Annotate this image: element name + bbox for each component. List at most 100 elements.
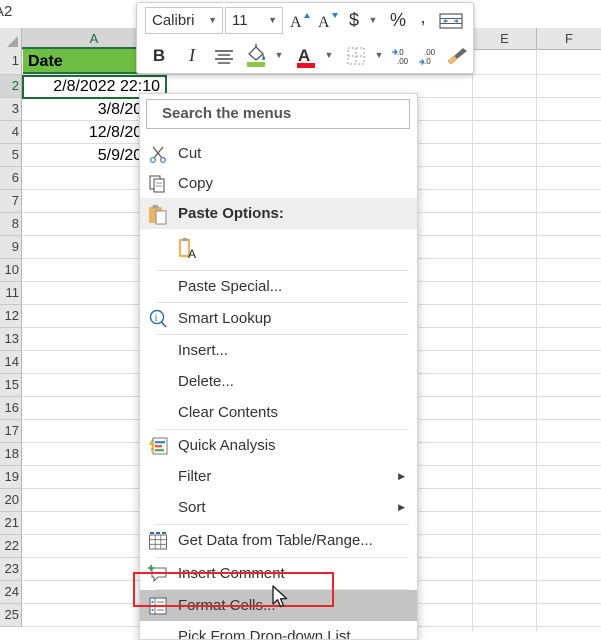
svg-text:A: A: [188, 247, 196, 261]
menu-item-label: Get Data from Table/Range...: [178, 532, 373, 549]
menu-item-label: Clear Contents: [178, 404, 279, 421]
submenu-arrow-icon: ▶: [398, 502, 405, 512]
bold-icon[interactable]: B: [145, 38, 173, 73]
row-header-10[interactable]: 10: [0, 259, 22, 282]
font-name-combo[interactable]: Calibri ▼: [145, 7, 223, 34]
font-color-chevron-down-icon[interactable]: ▼: [321, 38, 337, 73]
svg-text:i: i: [155, 313, 158, 324]
row-header-13[interactable]: 13: [0, 328, 22, 351]
quick-analysis-icon: [148, 436, 168, 456]
font-color-icon[interactable]: A: [291, 38, 321, 73]
row-header-17[interactable]: 17: [0, 420, 22, 443]
accounting-chevron-down-icon[interactable]: ▼: [365, 3, 381, 38]
menu-header-paste-options: Paste Options:: [140, 198, 417, 229]
row-header-25[interactable]: 25: [0, 604, 22, 627]
row-header-15[interactable]: 15: [0, 374, 22, 397]
row-header-1[interactable]: 1: [0, 49, 22, 75]
comma-style-icon[interactable]: ,: [413, 3, 433, 38]
row-header-12[interactable]: 12: [0, 305, 22, 328]
column-header-f[interactable]: F: [537, 28, 601, 49]
menu-item-paste-special[interactable]: Paste Special...: [140, 271, 417, 302]
menu-item-label: Copy: [178, 175, 214, 192]
menu-item-filter[interactable]: Filter ▶: [140, 461, 417, 492]
svg-text:.0: .0: [424, 57, 431, 66]
menu-item-get-data-from-table-range[interactable]: Get Data from Table/Range...: [140, 525, 417, 556]
smart-lookup-icon: i: [148, 309, 168, 329]
borders-chevron-down-icon[interactable]: ▼: [371, 38, 387, 73]
cell-context-menu[interactable]: Search the menus Cut Copy Paste Options:…: [139, 93, 418, 640]
row-header-14[interactable]: 14: [0, 351, 22, 374]
paste-values-icon[interactable]: A: [178, 237, 202, 261]
format-painter-icon[interactable]: [443, 38, 471, 73]
increase-decimal-icon[interactable]: .00 .0: [417, 38, 445, 73]
fill-color-chevron-down-icon[interactable]: ▼: [271, 38, 287, 73]
mini-toolbar-row-2: B I ▼ A ▼ ▼ .0 .00 .00 .0: [137, 38, 473, 73]
row-header-23[interactable]: 23: [0, 558, 22, 581]
svg-text:A: A: [318, 14, 330, 31]
select-all-corner[interactable]: [0, 28, 22, 49]
accounting-number-format-icon[interactable]: $: [343, 3, 365, 38]
scissors-icon: [148, 144, 168, 164]
svg-text:A: A: [290, 14, 302, 31]
row-header-22[interactable]: 22: [0, 535, 22, 558]
row-header-4[interactable]: 4: [0, 121, 22, 144]
borders-icon[interactable]: [341, 38, 371, 73]
gridline-col-e: [536, 49, 537, 631]
menu-header-label: Paste Options:: [178, 205, 284, 222]
submenu-arrow-icon: ▶: [398, 471, 405, 481]
center-align-icon[interactable]: [209, 38, 239, 73]
row-header-2[interactable]: 2: [0, 75, 22, 98]
chevron-down-icon: ▼: [208, 15, 217, 25]
row-header-11[interactable]: 11: [0, 282, 22, 305]
paste-options-gallery[interactable]: A: [140, 229, 417, 267]
svg-text:.0: .0: [397, 48, 404, 57]
italic-icon[interactable]: I: [179, 38, 205, 73]
get-data-icon: [148, 531, 168, 551]
row-header-21[interactable]: 21: [0, 512, 22, 535]
column-header-e[interactable]: E: [473, 28, 537, 49]
mini-format-toolbar[interactable]: Calibri ▼ 11 ▼ A A $ ▼ % , B I ▼ A ▼ ▼ .…: [136, 2, 474, 74]
menu-item-smart-lookup[interactable]: i Smart Lookup: [140, 303, 417, 334]
merge-and-center-icon[interactable]: [435, 3, 467, 38]
shrink-font-icon[interactable]: A: [315, 3, 343, 38]
paste-icon: [148, 204, 168, 225]
percent-style-icon[interactable]: %: [385, 3, 411, 38]
menu-item-label: Cut: [178, 145, 202, 162]
copy-icon: [148, 174, 168, 194]
font-name-value: Calibri: [152, 12, 195, 29]
menu-item-quick-analysis[interactable]: Quick Analysis: [140, 430, 417, 461]
name-box[interactable]: A2: [0, 2, 54, 22]
menu-item-cut[interactable]: Cut: [140, 138, 417, 169]
decrease-decimal-icon[interactable]: .0 .00: [389, 38, 417, 73]
menu-item-label: Quick Analysis: [178, 437, 276, 454]
svg-text:.00: .00: [397, 57, 409, 66]
font-size-value: 11: [232, 12, 248, 29]
search-the-menus-input[interactable]: Search the menus: [146, 99, 410, 129]
font-size-combo[interactable]: 11 ▼: [225, 7, 283, 34]
menu-item-delete[interactable]: Delete...: [140, 366, 417, 397]
row-header-20[interactable]: 20: [0, 489, 22, 512]
row-header-8[interactable]: 8: [0, 213, 22, 236]
row-header-3[interactable]: 3: [0, 98, 22, 121]
row-header-9[interactable]: 9: [0, 236, 22, 259]
svg-text:.00: .00: [424, 48, 436, 57]
menu-item-label: Insert...: [178, 342, 229, 359]
row-header-19[interactable]: 19: [0, 466, 22, 489]
annotation-rectangle: [133, 572, 334, 607]
menu-item-insert[interactable]: Insert...: [140, 335, 417, 366]
menu-item-label: Paste Special...: [178, 278, 283, 295]
row-header-16[interactable]: 16: [0, 397, 22, 420]
row-header-5[interactable]: 5: [0, 144, 22, 167]
menu-item-sort[interactable]: Sort ▶: [140, 492, 417, 523]
mini-toolbar-row-1: Calibri ▼ 11 ▼ A A $ ▼ % ,: [137, 3, 473, 38]
fill-color-icon[interactable]: [241, 38, 271, 73]
menu-item-clear-contents[interactable]: Clear Contents: [140, 397, 417, 428]
menu-item-copy[interactable]: Copy: [140, 168, 417, 199]
row-header-7[interactable]: 7: [0, 190, 22, 213]
grow-font-icon[interactable]: A: [287, 3, 315, 38]
menu-item-label: Filter: [178, 468, 212, 485]
row-header-18[interactable]: 18: [0, 443, 22, 466]
row-header-6[interactable]: 6: [0, 167, 22, 190]
gridline-col-d: [472, 49, 473, 631]
row-header-24[interactable]: 24: [0, 581, 22, 604]
